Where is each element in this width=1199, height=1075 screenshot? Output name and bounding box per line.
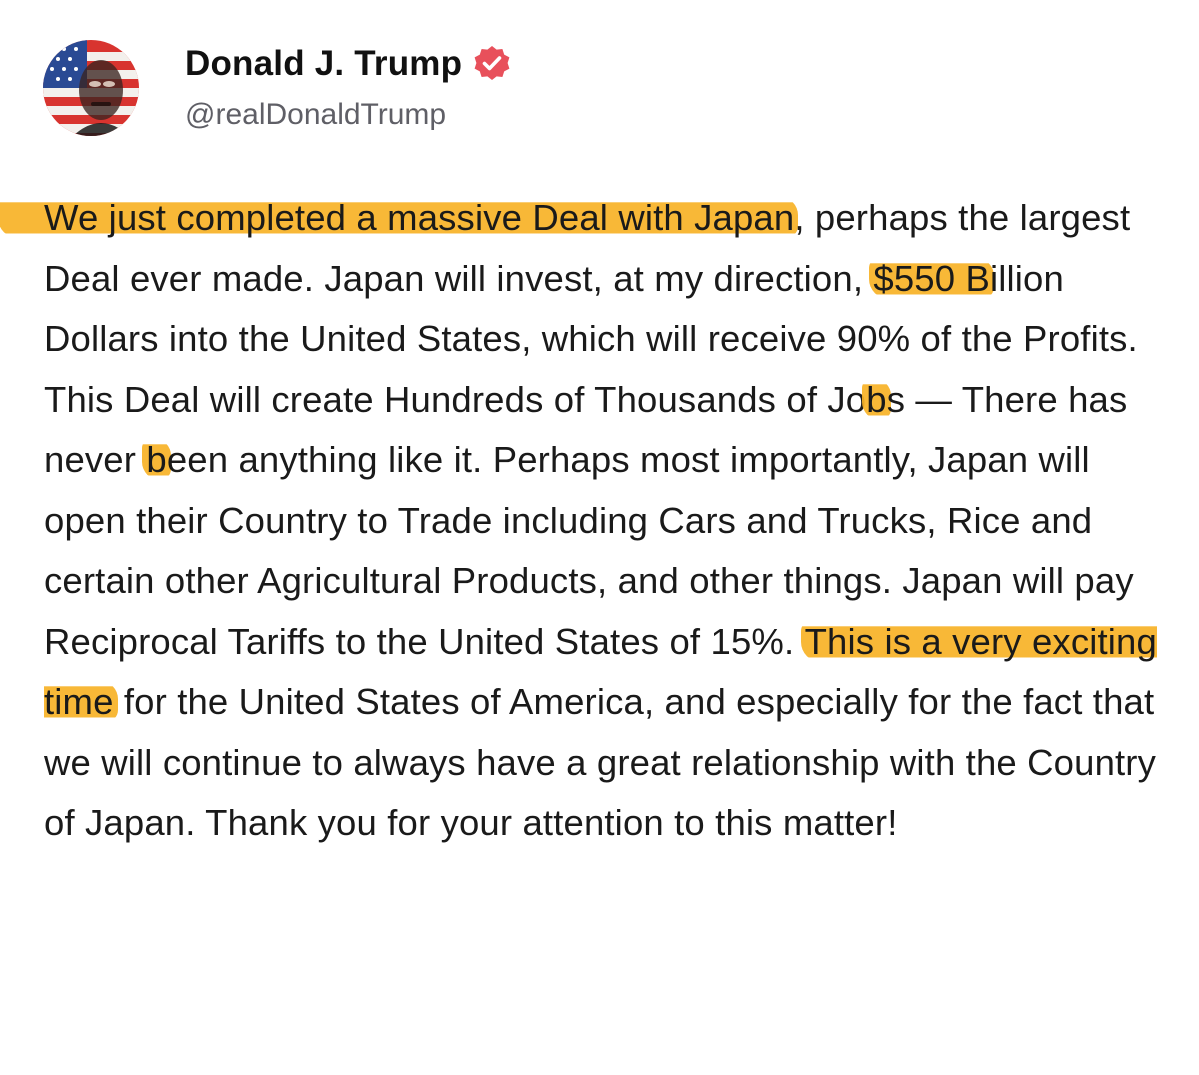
avatar[interactable] — [43, 39, 139, 136]
post-header: Donald J. Trump @realDonaldTrump — [43, 30, 512, 145]
verified-badge-icon — [474, 45, 510, 80]
flag-portrait-avatar-icon — [43, 39, 139, 136]
highlighted-text: $550 B — [869, 257, 994, 299]
author-identity: Donald J. Trump @realDonaldTrump — [185, 44, 512, 132]
user-handle[interactable]: @realDonaldTrump — [185, 98, 512, 132]
name-row: Donald J. Trump — [185, 44, 512, 84]
highlighted-text: We just completed a massive Deal with Ja… — [0, 197, 799, 238]
post-body: We just completed a massive Deal with Ja… — [0, 188, 1164, 854]
post-text: for the United States of America, and es… — [44, 681, 1157, 843]
display-name[interactable]: Donald J. Trump — [185, 44, 462, 84]
